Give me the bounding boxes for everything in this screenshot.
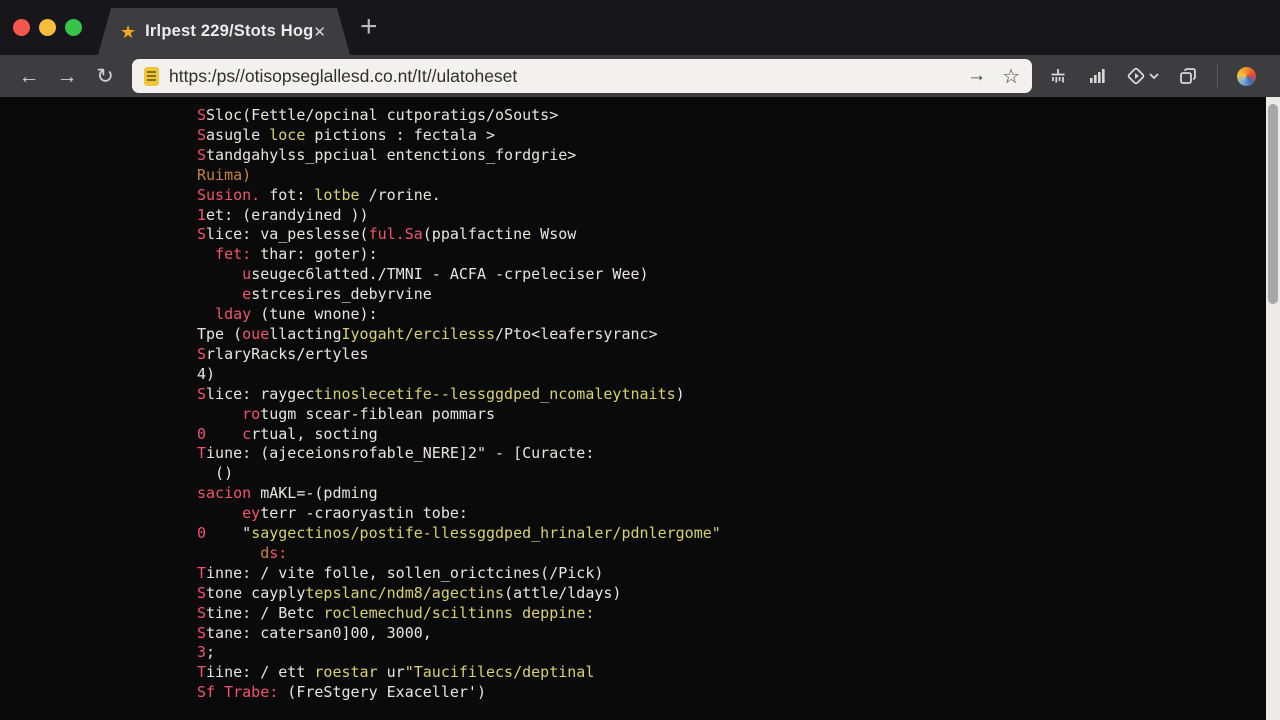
bookmark-star-icon[interactable]: ☆ [1002,64,1020,89]
back-icon[interactable]: ← [10,66,48,87]
code-line: Stane: catersan0]00, 3000, [197,624,721,644]
site-document-icon[interactable] [144,67,159,86]
window-controls [13,19,82,36]
tab-bar: ★ Irlpest 229/Stots Hogt ✕ + [0,0,1280,55]
close-window-button[interactable] [13,19,30,36]
browser-toolbar: ← → ↻ https:/ps//otisopseglallesd.co.nt/… [0,55,1280,97]
toolbar-divider [1217,63,1218,89]
chevron-down-icon [1149,72,1159,80]
code-line: Sasugle loce pictions : fectala > [197,126,721,146]
new-tab-button[interactable]: + [360,10,378,44]
code-line: 3; [197,643,721,663]
code-line: Sf Trabe: (FreStgery Exaceller') [197,683,721,703]
url-bar[interactable]: https:/ps//otisopseglallesd.co.nt/It//ul… [132,59,1032,93]
scrollbar[interactable] [1266,97,1280,720]
code-line: SrlaryRacks/ertyles [197,345,721,365]
code-line: Standgahylss_ppciual entenctions_fordgri… [197,146,721,166]
code-line: lday (tune wnone): [197,305,721,325]
code-line: Tinne: / vite folle, sollen_orictcines(/… [197,564,721,584]
tabs-overview-icon[interactable] [1178,66,1198,86]
code-line: Slice: va_peslesse(ful.Sa(ppalfactine Ws… [197,225,721,245]
brush-icon[interactable] [1048,66,1068,86]
url-text[interactable]: https:/ps//otisopseglallesd.co.nt/It//ul… [169,66,517,87]
reload-icon[interactable]: ↻ [86,66,124,87]
code-area: SSloc(Fettle/opcinal cutporatigs/oSouts>… [197,106,721,703]
code-line: () [197,464,721,484]
code-line: SSloc(Fettle/opcinal cutporatigs/oSouts> [197,106,721,126]
tab-title: Irlpest 229/Stots Hogt [145,22,313,41]
urlbar-actions: → ☆ [967,64,1020,89]
code-line: Tpe (ouellactingIyogaht/ercilesss/Pto<le… [197,325,721,345]
code-line: rotugm scear-fiblean pommars [197,405,721,425]
favicon-star-icon: ★ [120,23,136,41]
code-line: 4) [197,365,721,385]
code-line: sacion mAKL=-(pdming [197,484,721,504]
code-line: useugec6latted./TMNI - ACFA -crpeleciser… [197,265,721,285]
code-line: 0 crtual, socting [197,425,721,445]
code-line: Stone cayplytepslanc/ndm8/agectins(attle… [197,584,721,604]
signal-bars-icon[interactable] [1087,66,1107,86]
code-line: Tiine: / ett roestar ur"Taucifilecs/dept… [197,663,721,683]
code-line: fet: thar: goter): [197,245,721,265]
scrollbar-thumb[interactable] [1268,104,1278,304]
go-arrow-icon[interactable]: → [967,65,986,87]
code-line: ds: [197,544,721,564]
code-line: estrcesires_debyrvine [197,285,721,305]
diamond-menu-icon[interactable] [1126,66,1159,86]
zoom-window-button[interactable] [65,19,82,36]
code-line: Tiune: (ajeceionsrofable_NERE]2" - [Cura… [197,444,721,464]
code-line: 0 "saygectinos/postife-llessggdped_hrina… [197,524,721,544]
tab-close-icon[interactable]: ✕ [313,23,326,41]
code-line: 1et: (erandyined )) [197,206,721,226]
code-line: Stine: / Betc roclemechud/sciltinns depp… [197,604,721,624]
code-line: Susion. fot: lotbe /rorine. [197,186,721,206]
browser-tab[interactable]: ★ Irlpest 229/Stots Hogt ✕ [98,8,350,55]
code-line: Ruima) [197,166,721,186]
code-line: eyterr -craoryastin tobe: [197,504,721,524]
minimize-window-button[interactable] [39,19,56,36]
code-line: Slice: raygectinoslecetife--lessggdped_n… [197,385,721,405]
page-content: SSloc(Fettle/opcinal cutporatigs/oSouts>… [0,97,1280,720]
forward-icon[interactable]: → [48,66,86,87]
profile-avatar[interactable] [1237,67,1256,86]
toolbar-extensions [1048,63,1256,89]
